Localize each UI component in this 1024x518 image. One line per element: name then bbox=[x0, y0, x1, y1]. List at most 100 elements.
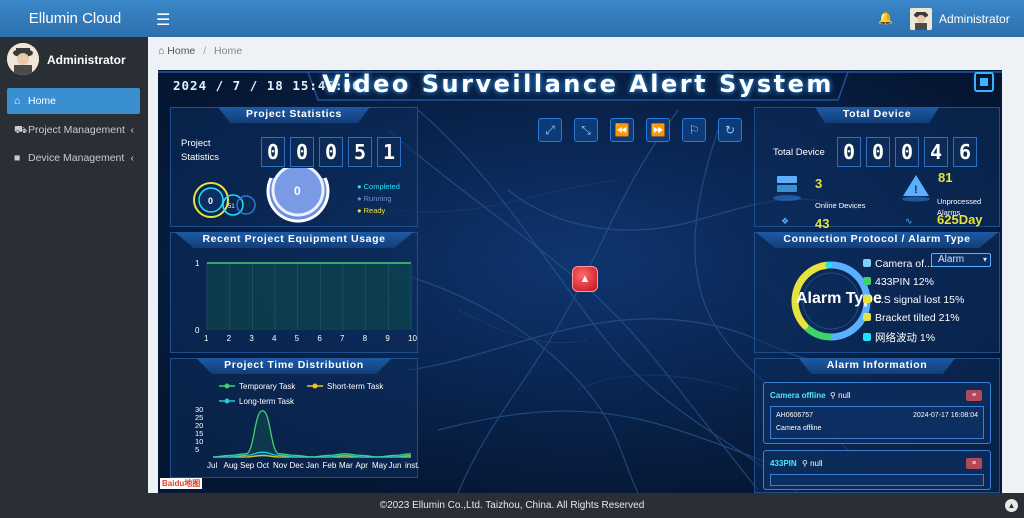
days-value: 625Day bbox=[937, 212, 983, 227]
map-location-icon[interactable]: ⚐ bbox=[682, 118, 706, 142]
y-tick-label: 10 bbox=[195, 437, 203, 446]
scroll-top-icon[interactable]: ▲ bbox=[1005, 499, 1018, 512]
legend-marker bbox=[224, 398, 230, 404]
fullscreen-icon[interactable] bbox=[974, 72, 994, 92]
equipment-usage-chart: 1 2 3 4 5 6 7 8 9 1001 bbox=[195, 259, 417, 343]
connection-alarm-panel: Connection Protocol / Alarm Type Alarm ▾… bbox=[754, 232, 1000, 353]
refresh-icon[interactable]: ↻ bbox=[718, 118, 742, 142]
legend-item: ● Ready bbox=[357, 206, 386, 215]
digit: 5 bbox=[348, 137, 372, 167]
x-tick-label: Jun bbox=[389, 461, 402, 470]
home-icon: ⌂ bbox=[158, 45, 165, 57]
usage-area bbox=[207, 263, 411, 330]
wifi-icon: ❖ bbox=[781, 216, 790, 226]
legend-label: ...S signal lost 15% bbox=[875, 294, 965, 306]
location-pin-icon: ⚲ bbox=[830, 391, 836, 400]
legend-item: Bracket tilted 21% bbox=[863, 312, 960, 324]
digit: 0 bbox=[290, 137, 314, 167]
alarm-action-button[interactable]: ≡ bbox=[966, 458, 982, 469]
legend-marker bbox=[224, 383, 230, 389]
page-title: Video Surveillance Alert System bbox=[322, 70, 834, 98]
x-tick-label: 3 bbox=[249, 334, 254, 343]
sidebar-item-home[interactable]: ⌂ Home bbox=[7, 88, 140, 114]
alarm-marker-icon[interactable]: ▲ bbox=[572, 266, 598, 292]
legend-item: 433PIN 12% bbox=[863, 276, 934, 288]
avatar[interactable] bbox=[910, 8, 932, 30]
x-tick-label: Nov bbox=[273, 461, 287, 470]
gauge-small-value: 0 bbox=[208, 196, 213, 206]
truck-icon: ⛟ bbox=[14, 124, 28, 136]
digit: 0 bbox=[866, 137, 890, 167]
sidebar-item-label: Project Management bbox=[28, 124, 125, 136]
x-tick-label: 2 bbox=[227, 334, 232, 343]
alarm-card[interactable]: Camera offline ⚲ null ≡ AH0606757 2024-0… bbox=[763, 382, 991, 444]
chevron-left-icon: ‹ bbox=[130, 124, 135, 136]
x-tick-label: May bbox=[372, 461, 387, 470]
y-tick-label: 5 bbox=[195, 445, 199, 454]
x-tick-label: Sep bbox=[240, 461, 255, 470]
panel-title: Project Statistics bbox=[218, 107, 370, 123]
footer: ©2023 Ellumin Co.,Ltd. Taizhou, China. A… bbox=[0, 493, 1024, 518]
project-statistics-panel: Project Statistics Project Statistics 0 … bbox=[170, 107, 418, 227]
breadcrumb-separator: / bbox=[203, 45, 207, 57]
compress-icon[interactable]: ⤡ bbox=[574, 118, 598, 142]
dashboard-screen: 2024 / 7 / 18 15:45:06 Video Surveillanc… bbox=[158, 70, 1002, 493]
expand-icon[interactable]: ⤢ bbox=[538, 118, 562, 142]
chevron-left-icon: ‹ bbox=[130, 152, 135, 164]
pulse-icon: ∿ bbox=[905, 216, 913, 226]
x-tick-label: Apr bbox=[356, 461, 369, 470]
legend-label: Long-term Task bbox=[239, 397, 295, 406]
alarm-desc: Camera offline bbox=[776, 425, 822, 432]
breadcrumb-home[interactable]: Home bbox=[167, 45, 195, 57]
legend-swatch bbox=[863, 313, 871, 321]
fast-forward-icon[interactable]: ⏩ bbox=[646, 118, 670, 142]
panel-title: Alarm Information bbox=[798, 358, 956, 374]
sidebar-item-device-management[interactable]: ■ Device Management ‹ bbox=[7, 145, 140, 171]
digit: 0 bbox=[261, 137, 285, 167]
total-device-label: Total Device bbox=[773, 147, 825, 158]
alarm-card[interactable]: 433PIN ⚲ null ≡ bbox=[763, 450, 991, 490]
alarm-detail: AH0606757 2024-07-17 16:08:04 Camera off… bbox=[770, 406, 984, 439]
bell-icon[interactable]: 🔔 bbox=[878, 11, 893, 25]
panel-title: Total Device bbox=[814, 107, 940, 123]
x-tick-label: Feb bbox=[323, 461, 337, 470]
series-area bbox=[213, 410, 411, 457]
warning-icon: ! bbox=[902, 175, 930, 202]
digit: 0 bbox=[837, 137, 861, 167]
sidebar-user: Administrator bbox=[0, 37, 148, 82]
legend-swatch bbox=[863, 333, 871, 341]
breadcrumb-current: Home bbox=[214, 45, 243, 57]
y-tick-label: 0 bbox=[195, 326, 200, 335]
alarm-action-button[interactable]: ≡ bbox=[966, 390, 982, 401]
legend-swatch bbox=[863, 277, 871, 285]
sidebar-item-project-management[interactable]: ⛟Project Management ‹ bbox=[7, 117, 140, 143]
digit: 0 bbox=[895, 137, 919, 167]
y-tick-label: 1 bbox=[195, 259, 200, 268]
x-tick-label: Jul bbox=[207, 461, 217, 470]
rewind-icon[interactable]: ⏪ bbox=[610, 118, 634, 142]
digit: 1 bbox=[377, 137, 401, 167]
sidebar: Administrator ⌂ Home ⛟Project Management … bbox=[0, 37, 148, 493]
avatar bbox=[7, 43, 39, 75]
x-tick-label: Mar bbox=[339, 461, 353, 470]
alarm-information-panel: Alarm Information Camera offline ⚲ null … bbox=[754, 358, 1000, 493]
x-tick-label: inst. bbox=[405, 461, 419, 470]
alarm-detail bbox=[770, 474, 984, 486]
x-tick-label: 7 bbox=[340, 334, 345, 343]
home-icon: ⌂ bbox=[14, 95, 21, 107]
alarm-location: ⚲ null bbox=[802, 459, 823, 468]
unprocessed-alarms-value: 81 bbox=[938, 170, 953, 185]
y-tick-label: 15 bbox=[195, 429, 203, 438]
legend-label: 网络波动 1% bbox=[875, 332, 936, 344]
total-device-panel: Total Device Total Device 0 0 0 4 6 3 On… bbox=[754, 107, 1000, 231]
alarm-location: ⚲ null bbox=[830, 391, 851, 400]
menu-toggle-icon[interactable]: ☰ bbox=[156, 10, 170, 30]
y-tick-label: 20 bbox=[195, 421, 203, 430]
digit: 4 bbox=[924, 137, 948, 167]
top-username[interactable]: Administrator bbox=[939, 12, 1010, 26]
alarm-type-select[interactable]: Alarm ▾ bbox=[931, 253, 991, 267]
time-distribution-chart: Temporary Task Short-term Task Long-term T… bbox=[195, 382, 419, 470]
x-tick-label: Aug bbox=[224, 461, 238, 470]
x-tick-label: 8 bbox=[363, 334, 368, 343]
sidebar-item-label: Home bbox=[28, 95, 57, 107]
